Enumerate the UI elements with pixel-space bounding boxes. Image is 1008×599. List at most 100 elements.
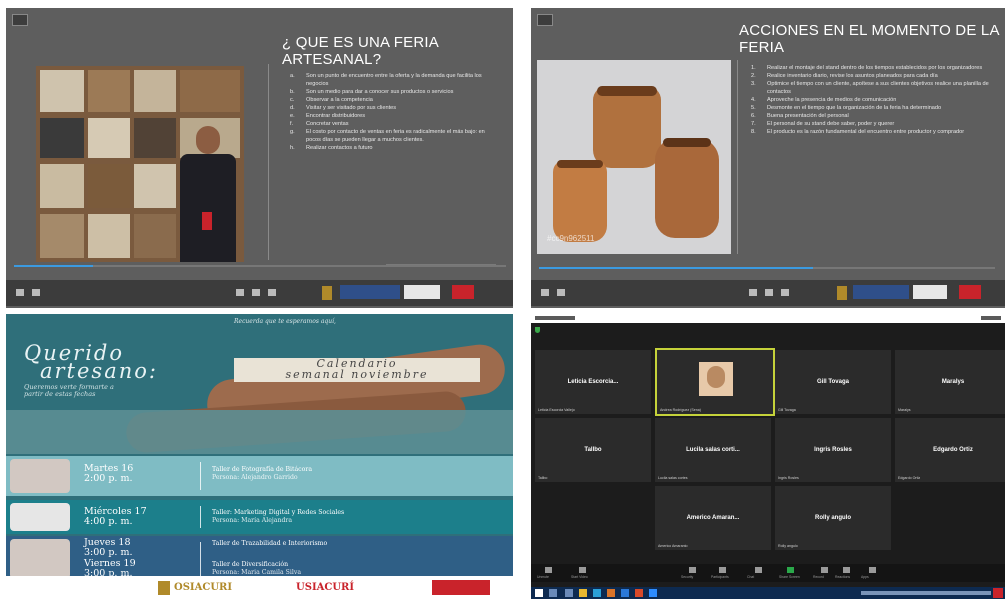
bullet-item: h. Realizar contactos a futuro	[290, 144, 485, 152]
participant-tile[interactable]: Lucila salas corti... Lucila salas cortes	[655, 418, 771, 482]
window-controls[interactable]	[981, 316, 1001, 320]
window-logo	[913, 285, 947, 299]
control-icon[interactable]	[579, 567, 586, 573]
bullet-item: e. Encontrar distribuidores	[290, 112, 485, 120]
slide-bullet-list: a. Son un punto de encuentro entre la ofe…	[290, 72, 485, 152]
participant-tile[interactable]: Rolly angulo Rolly angulo	[775, 486, 891, 550]
control-label[interactable]: Chat	[747, 575, 754, 579]
control-label[interactable]: Start Video	[571, 575, 588, 579]
more-icon[interactable]	[781, 289, 789, 296]
slide-panel-feria: ¿ QUE ES UNA FERIA ARTESANAL? a. Son un p…	[6, 8, 513, 308]
participant-tile[interactable]: Ingris Rosles Ingris Rosles	[775, 418, 891, 482]
participant-name: Lucila salas corti...	[686, 447, 740, 453]
bullet-marker: 8.	[751, 129, 756, 135]
app-icon[interactable]	[635, 589, 643, 597]
next-slide-icon[interactable]	[32, 289, 40, 296]
participant-name: Maralys	[941, 379, 965, 385]
bullet-item: 8. El producto es la razón fundamental de…	[751, 128, 991, 136]
control-label[interactable]: Share Screen	[779, 575, 800, 579]
notification-icon[interactable]	[993, 588, 1003, 598]
participant-tile[interactable]: Tallbo Tallbo	[535, 418, 651, 482]
participant-tile[interactable]: Americo Amaran... Americo Amaranto	[655, 486, 771, 550]
bullet-item: 4. Aproveche la presencia de medios de co…	[751, 96, 991, 104]
bullet-text: Encontrar distribuidores	[306, 113, 366, 119]
control-icon[interactable]	[545, 567, 552, 573]
control-label[interactable]: Apps	[861, 575, 869, 579]
control-icon[interactable]	[787, 567, 794, 573]
workshop-flyer: Recuerda que te esperamos aquí, Querido …	[6, 314, 513, 599]
more-icon[interactable]	[268, 289, 276, 296]
bullet-item: b. Son un medio para dar a conocer sus pr…	[290, 88, 485, 96]
participant-tile[interactable]: Andrea Rodríguez (Sena)	[655, 348, 775, 416]
bullet-item: 1. Realizar el montaje del stand dentro d…	[751, 64, 991, 72]
crest-logo	[158, 581, 170, 595]
slide-divider	[268, 64, 269, 260]
video-progress-bar[interactable]	[539, 267, 995, 269]
meeting-controls: Unmute Start Video Security Participants Cha…	[531, 564, 1005, 582]
system-tray[interactable]	[861, 591, 991, 595]
zoom-app-icon[interactable]	[649, 589, 657, 597]
bullet-marker: 6.	[751, 113, 756, 119]
control-label[interactable]: Record	[813, 575, 824, 579]
participant-name: Gill Tovaga	[817, 379, 849, 385]
presentation-toolbar	[531, 280, 1005, 306]
crest-logo	[837, 286, 847, 300]
event-title: Taller: Marketing Digital y Redes Social…	[212, 509, 345, 516]
bullet-text: Son un punto de encuentro entre la ofert…	[306, 73, 482, 87]
bullet-text: Realice inventario diario, revise los as…	[767, 73, 938, 79]
prev-slide-icon[interactable]	[541, 289, 549, 296]
control-icon[interactable]	[689, 567, 696, 573]
control-label[interactable]: Participants	[711, 575, 729, 579]
bullet-text: Realizar el montaje del stand dentro de …	[767, 65, 983, 71]
slide-divider	[737, 60, 738, 254]
participant-label: Leticia Escorcia Vallejo	[538, 408, 575, 412]
search-icon[interactable]	[549, 589, 557, 597]
bullet-text: El producto es la razón fundamental del …	[767, 129, 965, 135]
edge-icon[interactable]	[593, 589, 601, 597]
participant-name: Rolly angulo	[815, 515, 851, 521]
control-label[interactable]: Reactions	[835, 575, 850, 579]
stock-watermark: #cc9n962511	[547, 234, 595, 243]
control-icon[interactable]	[843, 567, 850, 573]
bullet-marker: 5.	[751, 105, 756, 111]
control-icon[interactable]	[869, 567, 876, 573]
participant-label: Lucila salas cortes	[658, 476, 688, 480]
flyer-greeting: Querido artesano:	[24, 343, 158, 382]
control-icon[interactable]	[719, 567, 726, 573]
bullet-marker: f.	[290, 121, 294, 127]
security-shield-icon[interactable]	[535, 327, 540, 333]
taskview-icon[interactable]	[565, 589, 573, 597]
prev-slide-icon[interactable]	[16, 289, 24, 296]
menu-icon[interactable]	[252, 289, 260, 296]
control-label[interactable]: Security	[681, 575, 693, 579]
slide-title: ACCIONES EN EL MOMENTO DE LA FERIA	[739, 22, 999, 56]
participant-tile[interactable]: Leticia Escorcia... Leticia Escorcia Vall…	[535, 350, 651, 414]
participant-tile[interactable]: Edgardo Ortiz Edgardo Ortiz	[895, 418, 1005, 482]
explorer-icon[interactable]	[579, 589, 587, 597]
control-icon[interactable]	[821, 567, 828, 573]
start-icon[interactable]	[535, 589, 543, 597]
zoom-icon[interactable]	[749, 289, 757, 296]
weaving-texture	[6, 410, 513, 454]
time-label: 2:00 p. m.	[84, 473, 133, 484]
participant-tile[interactable]: Maralys Maralys	[895, 350, 1005, 414]
participant-name: Tallbo	[584, 447, 602, 453]
video-progress-bar[interactable]	[14, 265, 506, 267]
schedule-day: Martes 16 2:00 p. m.	[84, 464, 133, 484]
app-icon[interactable]	[607, 589, 615, 597]
artisan-person	[176, 126, 240, 262]
bullet-text: Optimice el tiempo con un cliente, apoít…	[767, 81, 989, 95]
participant-tile[interactable]: Gill Tovaga Gill Tovaga	[775, 350, 891, 414]
app-icon[interactable]	[621, 589, 629, 597]
zoom-icon[interactable]	[236, 289, 244, 296]
bullet-text: Visitar y ser visitado por sus clientes	[306, 105, 397, 111]
participant-label: Ingris Rosles	[778, 476, 799, 480]
next-slide-icon[interactable]	[557, 289, 565, 296]
participant-name: Ingris Rosles	[814, 447, 852, 453]
window-logo	[404, 285, 440, 299]
crest-logo	[322, 286, 332, 300]
menu-icon[interactable]	[765, 289, 773, 296]
control-label[interactable]: Unmute	[537, 575, 549, 579]
control-icon[interactable]	[755, 567, 762, 573]
bullet-marker: a.	[290, 73, 295, 79]
